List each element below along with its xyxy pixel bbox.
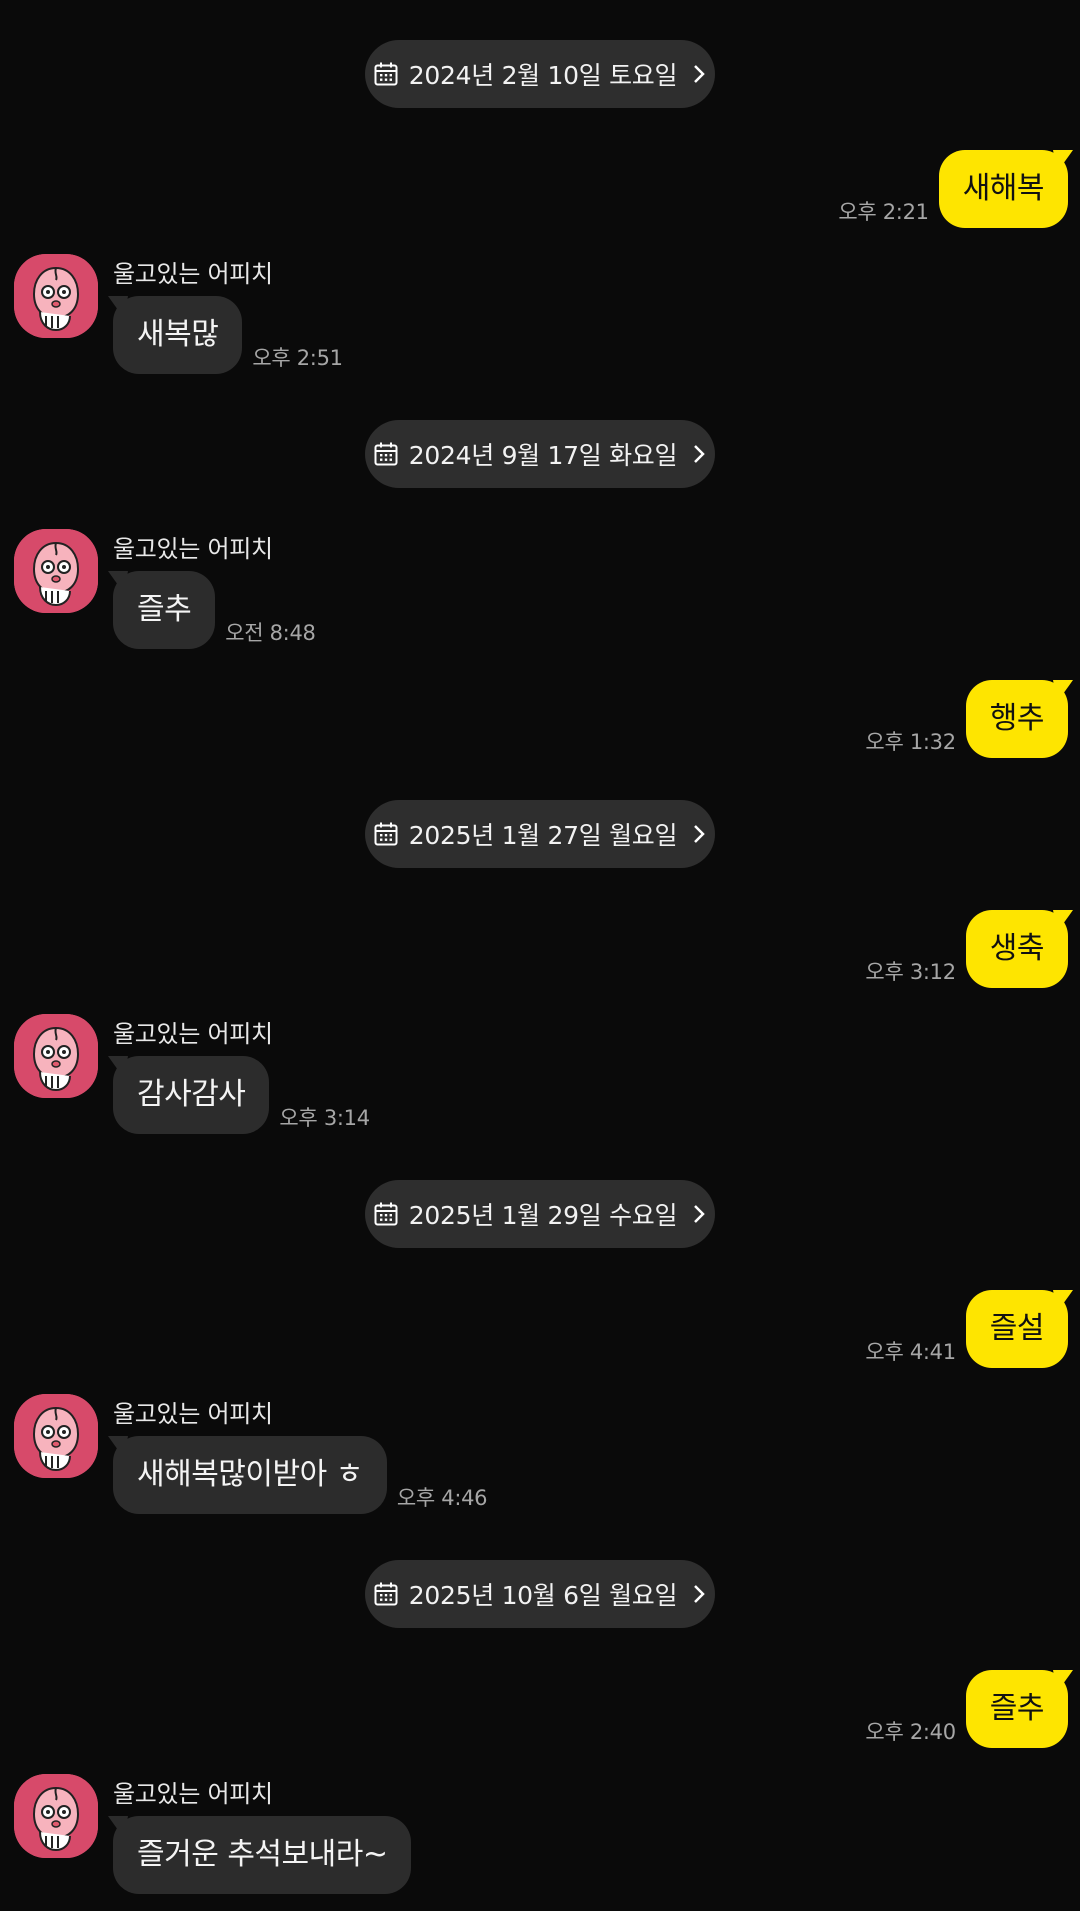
profile-avatar[interactable] — [14, 254, 98, 338]
chevron-right-icon — [694, 65, 705, 83]
bubble-tail — [1053, 1670, 1073, 1692]
bubble-tail — [108, 1436, 128, 1458]
message-text: 즐추 — [989, 1691, 1045, 1726]
sender-name: 울고있는 어피치 — [113, 1400, 273, 1428]
sender-name: 울고있는 어피치 — [113, 1020, 273, 1048]
message-time: 오후 2:40 — [865, 1720, 956, 1744]
bubble-tail — [108, 1056, 128, 1078]
date-divider-label: 2024년 9월 17일 화요일 — [408, 441, 678, 470]
sent-message-bubble[interactable]: 새해복 — [938, 150, 1073, 228]
crying-apeach-avatar-icon — [14, 529, 98, 613]
received-message-bubble[interactable]: 감사감사 — [108, 1056, 270, 1134]
sender-name: 울고있는 어피치 — [113, 535, 273, 563]
bubble-tail — [108, 1816, 128, 1838]
calendar-icon — [374, 822, 398, 846]
received-message-bubble[interactable]: 새해복많이받아 ㅎ — [108, 1436, 387, 1514]
profile-avatar[interactable] — [14, 1774, 98, 1858]
message-time: 오후 4:41 — [865, 1340, 956, 1364]
received-message-bubble[interactable]: 즐추 — [108, 571, 216, 649]
received-message-bubble[interactable]: 새복많 — [108, 296, 243, 374]
message-time: 오전 8:48 — [225, 621, 316, 645]
chevron-right-icon — [694, 1205, 705, 1223]
message-text: 새해복많이받아 ㅎ — [137, 1457, 363, 1492]
message-text: 즐거운 추석보내라~ — [137, 1837, 388, 1872]
sent-message-bubble[interactable]: 행추 — [965, 680, 1073, 758]
received-message-bubble[interactable]: 즐거운 추석보내라~ — [108, 1816, 412, 1894]
message-text: 생축 — [989, 931, 1045, 966]
date-divider-label: 2025년 1월 27일 월요일 — [408, 821, 678, 850]
sent-message: 오후 2:40 즐추 — [865, 1670, 1073, 1748]
message-text: 즐설 — [989, 1311, 1045, 1346]
date-divider-button[interactable]: 2025년 1월 29일 수요일 — [365, 1180, 715, 1248]
bubble-tail — [108, 296, 128, 318]
message-time: 오후 3:14 — [279, 1106, 370, 1130]
calendar-icon — [374, 62, 398, 86]
message-time: 오후 3:12 — [865, 960, 956, 984]
sent-message-bubble[interactable]: 생축 — [965, 910, 1073, 988]
message-text: 즐추 — [137, 592, 192, 627]
date-divider-button[interactable]: 2025년 10월 6일 월요일 — [365, 1560, 715, 1628]
received-message-row: 새복많 오후 2:51 — [108, 296, 343, 374]
profile-avatar[interactable] — [14, 1394, 98, 1478]
sent-message: 오후 3:12 생축 — [865, 910, 1073, 988]
bubble-tail — [1053, 910, 1073, 932]
message-time: 오후 1:32 — [865, 730, 956, 754]
sent-message: 오후 4:41 즐설 — [865, 1290, 1073, 1368]
message-text: 감사감사 — [137, 1077, 246, 1112]
crying-apeach-avatar-icon — [14, 1394, 98, 1478]
bubble-tail — [1053, 150, 1073, 172]
crying-apeach-avatar-icon — [14, 254, 98, 338]
bubble-tail — [1053, 1290, 1073, 1312]
message-time: 오후 4:46 — [396, 1486, 488, 1510]
received-message-row: 즐추 오전 8:48 — [108, 571, 316, 649]
sent-message: 오후 2:21 새해복 — [838, 150, 1073, 228]
profile-avatar[interactable] — [14, 1014, 98, 1098]
date-divider-button[interactable]: 2024년 9월 17일 화요일 — [365, 420, 715, 488]
date-divider-label: 2025년 1월 29일 수요일 — [408, 1201, 678, 1230]
message-text: 새복많 — [137, 317, 219, 352]
sent-message-bubble[interactable]: 즐추 — [965, 1670, 1073, 1748]
profile-avatar[interactable] — [14, 529, 98, 613]
date-divider-label: 2025년 10월 6일 월요일 — [408, 1581, 678, 1610]
message-time: 오후 2:21 — [838, 200, 929, 224]
date-divider-label: 2024년 2월 10일 토요일 — [408, 61, 678, 90]
calendar-icon — [374, 1202, 398, 1226]
bubble-tail — [1053, 680, 1073, 702]
calendar-icon — [374, 1582, 398, 1606]
bubble-tail — [108, 571, 128, 593]
sent-message: 오후 1:32 행추 — [865, 680, 1073, 758]
calendar-icon — [374, 442, 398, 466]
sender-name: 울고있는 어피치 — [113, 260, 273, 288]
date-divider-button[interactable]: 2025년 1월 27일 월요일 — [365, 800, 715, 868]
chevron-right-icon — [694, 825, 705, 843]
received-message-row: 즐거운 추석보내라~ — [108, 1816, 421, 1894]
received-message-row: 새해복많이받아 ㅎ 오후 4:46 — [108, 1436, 488, 1514]
chevron-right-icon — [694, 1585, 705, 1603]
message-text: 새해복 — [962, 171, 1045, 206]
crying-apeach-avatar-icon — [14, 1014, 98, 1098]
chevron-right-icon — [694, 445, 705, 463]
received-message-row: 감사감사 오후 3:14 — [108, 1056, 370, 1134]
sender-name: 울고있는 어피치 — [113, 1780, 273, 1808]
crying-apeach-avatar-icon — [14, 1774, 98, 1858]
message-time: 오후 2:51 — [252, 346, 343, 370]
chat-screen: 2024년 2월 10일 토요일 오후 2:21 새해복 울고있는 어피치 새복… — [0, 0, 1080, 1911]
message-text: 행추 — [989, 701, 1045, 736]
sent-message-bubble[interactable]: 즐설 — [965, 1290, 1073, 1368]
date-divider-button[interactable]: 2024년 2월 10일 토요일 — [365, 40, 715, 108]
